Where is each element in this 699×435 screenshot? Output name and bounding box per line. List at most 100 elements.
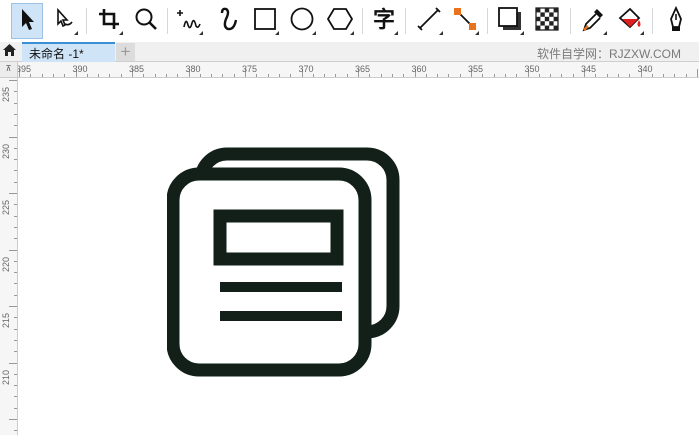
toolbar-divider [405, 8, 406, 34]
transparency-icon [533, 5, 561, 38]
site-watermark: 软件自学网：RJZXW.COM [537, 47, 681, 61]
ruler-tick [437, 74, 439, 77]
ruler-label: 370 [298, 64, 314, 74]
ruler-tick [697, 69, 698, 77]
crop-tool-button[interactable] [93, 3, 125, 39]
drop-shadow-button[interactable] [494, 3, 526, 39]
ruler-tick [14, 317, 17, 319]
ruler-tick [14, 170, 17, 172]
front-card-shape[interactable] [167, 167, 372, 377]
document-tab[interactable]: 未命名 -1* [22, 42, 115, 62]
ruler-tick [324, 74, 326, 77]
artistic-media-button[interactable] [212, 3, 244, 39]
shape-tool-button[interactable] [48, 3, 80, 39]
home-button[interactable] [0, 42, 18, 62]
text-tool-button[interactable]: 字 [368, 3, 400, 39]
ruler-label: 235 [1, 86, 11, 102]
toolbar-divider [362, 8, 363, 34]
ruler-tick [41, 74, 43, 77]
ruler-label: 365 [355, 64, 371, 74]
ruler-tick [9, 419, 17, 420]
ruler-tick [14, 159, 17, 161]
ruler-tick [493, 74, 495, 77]
polygon-tool-button[interactable] [324, 3, 356, 39]
interactive-fill-button[interactable] [614, 3, 646, 39]
ruler-tick [391, 74, 393, 77]
text-tool-icon: 字 [372, 8, 395, 33]
eyedropper-button[interactable] [577, 3, 609, 39]
ruler-tick [663, 74, 665, 77]
ruler-tick [674, 74, 676, 77]
text-line-shape[interactable] [220, 282, 342, 292]
text-line-shape[interactable] [220, 311, 342, 321]
ruler-tick [14, 91, 17, 93]
ruler-tick [9, 136, 17, 138]
ruler-tick [482, 74, 484, 77]
smart-fill-button[interactable] [660, 3, 692, 39]
flyout-indicator [439, 31, 443, 35]
ruler-label: 360 [411, 64, 427, 74]
horizontal-ruler[interactable]: 395 390 385 380 375 370 365 360 355 350 345 340 [0, 62, 699, 78]
flyout-indicator [475, 31, 479, 35]
ruler-tick [14, 226, 17, 228]
ruler-tick [120, 74, 122, 77]
ruler-label: 350 [524, 64, 540, 74]
transparency-button[interactable] [531, 3, 563, 39]
flyout-indicator [350, 31, 354, 35]
ruler-tick [9, 362, 17, 364]
ruler-origin-corner[interactable]: ⊼ [0, 62, 18, 78]
ruler-tick [211, 74, 213, 77]
ruler-label: 355 [468, 64, 484, 74]
ruler-tick [9, 80, 17, 81]
ellipse-tool-button[interactable] [286, 3, 318, 39]
smart-fill-icon [662, 5, 690, 38]
ruler-tick [425, 74, 427, 77]
ruler-label: 390 [72, 64, 88, 74]
ruler-tick [606, 74, 608, 77]
pick-tool-button[interactable] [11, 3, 43, 39]
ruler-tick [9, 193, 17, 194]
freehand-tool-button[interactable] [173, 3, 205, 39]
ruler-tick [550, 74, 552, 77]
ruler-tick [14, 339, 17, 341]
ruler-tick [64, 74, 66, 77]
flyout-indicator [275, 31, 279, 35]
ruler-tick [651, 74, 653, 77]
ruler-label: 375 [242, 64, 258, 74]
ruler-tick [516, 74, 518, 77]
flyout-indicator [520, 31, 524, 35]
ruler-tick [14, 272, 17, 274]
rectangle-tool-button[interactable] [249, 3, 281, 39]
ruler-label: 345 [581, 64, 597, 74]
ruler-tick [165, 74, 167, 77]
ruler-tick [572, 74, 574, 77]
ruler-tick [9, 249, 17, 251]
home-icon [2, 43, 17, 62]
ruler-tick [233, 74, 235, 77]
ruler-tick [14, 407, 17, 409]
ruler-tick [14, 215, 17, 217]
flyout-indicator [640, 31, 644, 35]
new-document-tab-button[interactable]: + [116, 43, 135, 61]
connector-tool-button[interactable] [449, 3, 481, 39]
toolbar-divider [487, 8, 488, 34]
ruler-tick [561, 74, 563, 77]
zoom-tool-button[interactable] [130, 3, 162, 39]
ruler-tick [154, 74, 156, 77]
vertical-ruler[interactable]: 235 230 225 220 215 210 [0, 78, 18, 435]
ruler-label: 225 [1, 199, 11, 215]
news-document-artwork[interactable] [167, 144, 407, 384]
toolbox: 字 [0, 0, 699, 42]
drawing-canvas[interactable] [19, 79, 699, 435]
parallel-dimension-button[interactable] [413, 3, 445, 39]
ruler-label: 215 [1, 312, 11, 328]
ruler-tick [335, 74, 337, 77]
ruler-tick [617, 74, 619, 77]
ruler-tick [403, 74, 405, 77]
ruler-tick [14, 294, 17, 296]
ruler-tick [267, 74, 269, 77]
ruler-tick [14, 430, 17, 432]
ruler-tick [222, 74, 224, 77]
ruler-tick [14, 396, 17, 398]
ruler-tick [14, 373, 17, 375]
